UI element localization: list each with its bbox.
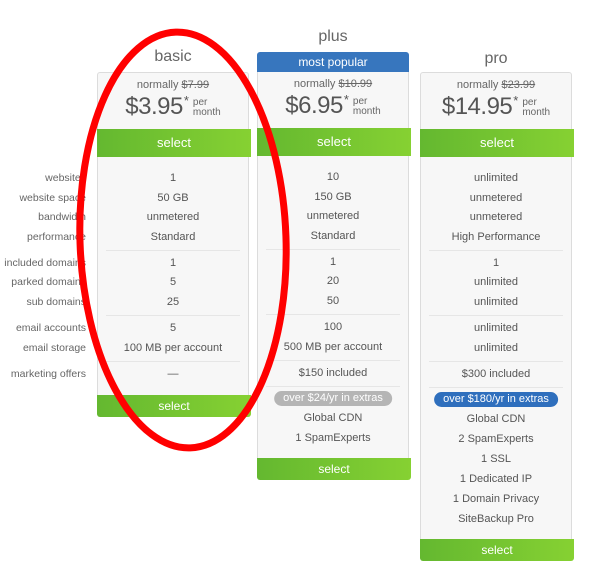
feature-performance: Standard bbox=[150, 231, 196, 243]
divider bbox=[429, 387, 563, 388]
select-button-bottom[interactable]: select bbox=[420, 539, 574, 561]
feature-website-space: 50 GB bbox=[157, 192, 189, 204]
price-block: $3.95 * per month bbox=[98, 93, 248, 120]
feature-included-domains: 1 bbox=[169, 257, 177, 269]
feature-website-space: 150 GB bbox=[314, 191, 352, 203]
label-marketing-offers: marketing offers bbox=[10, 368, 86, 380]
extra-feature: 1 SpamExperts bbox=[295, 432, 371, 444]
divider bbox=[106, 250, 240, 251]
plan-card: normally $10.99 $6.95 * per month select … bbox=[257, 72, 411, 480]
price: $6.95 bbox=[285, 92, 343, 119]
feature-email-storage: 100 MB per account bbox=[123, 342, 223, 354]
extra-feature: Global CDN bbox=[466, 413, 526, 425]
feature-email-storage: 500 MB per account bbox=[283, 341, 383, 353]
feature-bandwidth: unmetered bbox=[146, 211, 200, 223]
most-popular-badge: most popular bbox=[257, 52, 409, 72]
per-month: per month bbox=[192, 97, 221, 118]
extra-feature: 1 SSL bbox=[481, 453, 511, 465]
divider bbox=[266, 249, 400, 250]
feature-marketing-offers: — bbox=[167, 368, 179, 380]
feature-marketing-offers: $150 included bbox=[298, 367, 368, 379]
extra-feature: 1 Dedicated IP bbox=[459, 473, 533, 485]
plan-name: plus bbox=[318, 28, 348, 45]
feature-sub-domains: unlimited bbox=[473, 296, 519, 308]
divider bbox=[106, 361, 240, 362]
select-button-top[interactable]: select bbox=[257, 128, 411, 156]
divider bbox=[266, 360, 400, 361]
divider bbox=[266, 314, 400, 315]
asterisk: * bbox=[513, 93, 519, 108]
label-sub-domains: sub domains bbox=[26, 296, 86, 308]
feature-bandwidth: unmetered bbox=[306, 210, 360, 222]
per-month: per month bbox=[522, 97, 551, 118]
feature-parked-domains: 20 bbox=[326, 275, 340, 287]
feature-included-domains: 1 bbox=[329, 256, 337, 268]
divider bbox=[266, 386, 400, 387]
feature-marketing-offers: $300 included bbox=[461, 368, 531, 380]
feature-email-accounts: 5 bbox=[169, 322, 177, 334]
feature-websites: unlimited bbox=[473, 172, 519, 184]
select-button-bottom[interactable]: select bbox=[257, 458, 411, 480]
divider bbox=[429, 315, 563, 316]
old-price: $10.99 bbox=[338, 78, 373, 90]
extra-feature: 2 SpamExperts bbox=[458, 433, 534, 445]
plan-name: pro bbox=[484, 50, 508, 67]
extras-value-pill: over $24/yr in extras bbox=[274, 391, 392, 406]
asterisk: * bbox=[343, 92, 349, 107]
price: $14.95 bbox=[441, 93, 513, 120]
price: $3.95 bbox=[125, 93, 183, 120]
label-performance: performance bbox=[27, 231, 86, 243]
feature-email-accounts: unlimited bbox=[473, 322, 519, 334]
divider bbox=[106, 315, 240, 316]
old-price: $23.99 bbox=[501, 79, 536, 91]
label-parked-domains: parked domains bbox=[11, 276, 86, 288]
feature-email-storage: unlimited bbox=[473, 342, 519, 354]
normal-price: normally $7.99 bbox=[136, 79, 210, 91]
feature-parked-domains: 5 bbox=[169, 276, 177, 288]
extra-feature: Global CDN bbox=[303, 412, 363, 424]
price-block: $6.95 * per month bbox=[258, 92, 408, 119]
plan-card: normally $7.99 $3.95 * per month select 1… bbox=[97, 72, 251, 417]
label-included-domains: included domains bbox=[4, 257, 86, 269]
plan-name: basic bbox=[154, 48, 192, 65]
label-websites: websites bbox=[45, 172, 86, 184]
feature-email-accounts: 100 bbox=[323, 321, 343, 333]
feature-sub-domains: 25 bbox=[166, 296, 180, 308]
per-month: per month bbox=[352, 96, 381, 117]
old-price: $7.99 bbox=[181, 79, 210, 91]
feature-websites: 1 bbox=[169, 172, 177, 184]
price-block: $14.95 * per month bbox=[421, 93, 571, 120]
feature-performance: Standard bbox=[310, 230, 356, 242]
normal-price: normally $10.99 bbox=[293, 78, 373, 90]
select-button-top[interactable]: select bbox=[420, 129, 574, 157]
feature-website-space: unmetered bbox=[469, 192, 523, 204]
plan-card: normally $23.99 $14.95 * per month select… bbox=[420, 72, 574, 561]
label-bandwidth: bandwidth bbox=[38, 211, 86, 223]
normal-price: normally $23.99 bbox=[456, 79, 536, 91]
feature-sub-domains: 50 bbox=[326, 295, 340, 307]
feature-performance: High Performance bbox=[451, 231, 541, 243]
feature-websites: 10 bbox=[326, 171, 340, 183]
divider bbox=[429, 361, 563, 362]
extra-feature: SiteBackup Pro bbox=[458, 513, 534, 525]
extras-value-pill: over $180/yr in extras bbox=[434, 392, 558, 407]
label-email-accounts: email accounts bbox=[15, 322, 86, 334]
select-button-bottom[interactable]: select bbox=[97, 395, 251, 417]
label-website-space: website space bbox=[19, 192, 86, 204]
select-button-top[interactable]: select bbox=[97, 129, 251, 157]
extra-feature: 1 Domain Privacy bbox=[452, 493, 540, 505]
feature-included-domains: 1 bbox=[492, 257, 500, 269]
feature-parked-domains: unlimited bbox=[473, 276, 519, 288]
asterisk: * bbox=[183, 93, 189, 108]
label-email-storage: email storage bbox=[22, 342, 86, 354]
feature-bandwidth: unmetered bbox=[469, 211, 523, 223]
divider bbox=[429, 250, 563, 251]
